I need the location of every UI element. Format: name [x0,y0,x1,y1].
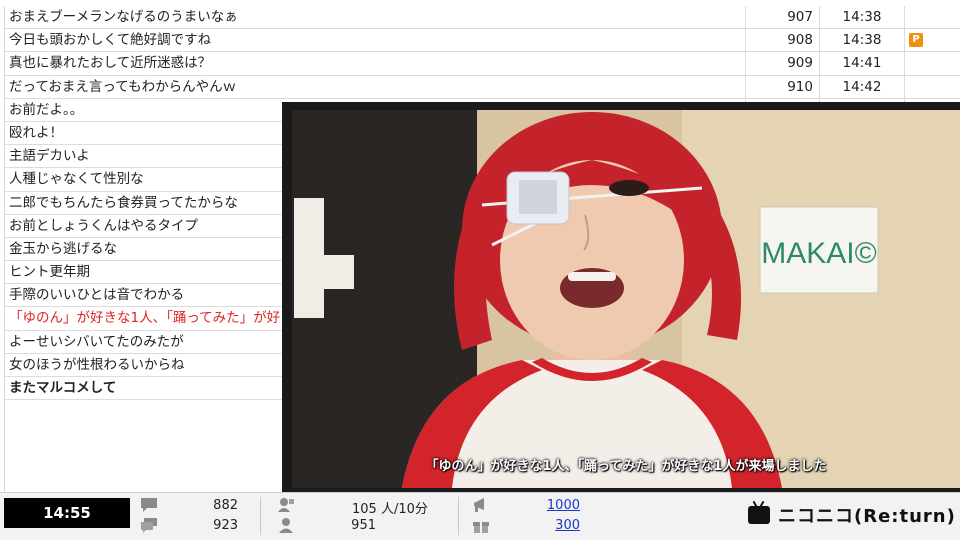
comment-row[interactable]: おまえブーメランなげるのうまいなぁ 907 14:38 [5,6,960,30]
comment-time: 14:42 [819,75,905,98]
viewer-rate: 105 人/10分 [352,502,428,517]
ad-points-link[interactable]: 1000 [520,498,580,513]
video-scene: MAKAI© [292,110,960,488]
comment-time: 14:38 [819,6,905,29]
comment-text: だっておまえ言ってもわからんやんｗ [9,78,237,95]
niconico-logo: ニコニコ(Re:turn) [748,503,956,527]
comments-stack-icon [141,518,157,533]
comment-row[interactable]: 真也に暴れたおして近所迷惑は？ 909 14:41 [5,52,960,76]
premium-badge-label: P [909,33,923,48]
gift-icon [473,522,489,533]
separator [458,497,459,535]
comment-count-bottom: 923 [213,518,238,533]
elapsed-clock: 14:55 [4,498,130,528]
comment-text: 真也に暴れたおして近所迷惑は？ [9,55,212,72]
comment-row[interactable]: だっておまえ言ってもわからんやんｗ 910 14:42 [5,75,960,99]
comment-count-top: 882 [213,498,238,513]
viewer-icon [279,518,293,533]
comment-number: 908 [745,29,819,52]
video-player[interactable]: MAKAI© 「ゆのん」が好きな1人、「踊ってみた」が好きな1人が来場しました [292,110,960,488]
ad-megaphone-icon [474,498,484,512]
comment-number: 907 [745,6,819,29]
comment-time: 14:41 [819,52,905,75]
teeth [568,272,616,281]
comment-number: 909 [745,52,819,75]
paper-sheet [294,255,354,289]
status-bar: 14:55 882 923 105 人/10分 951 1000 300 ニコニ… [0,492,960,540]
tv-icon [748,506,770,524]
viewer-total: 951 [351,518,376,533]
comment-row[interactable]: 今日も頭おかしくて絶好調ですね 908 14:38 P [5,29,960,53]
premium-badge-icon [909,56,923,70]
eye-patch-mesh [519,180,557,214]
makai-sign-text: MAKAI© [761,237,876,270]
comment-number: 910 [745,75,819,98]
viewer-rate-icon [278,498,294,512]
eye [609,180,649,196]
logo-text: ニコニコ(Re:turn) [778,506,956,527]
gift-points-link[interactable]: 300 [520,518,580,533]
premium-badge-icon [909,80,923,94]
premium-badge-icon: P [909,33,923,48]
premium-badge-icon [909,10,923,24]
comment-bubble-icon [141,498,157,512]
comment-time: 14:38 [819,29,905,52]
comment-text: おまえブーメランなげるのうまいなぁ [9,9,238,25]
separator [260,497,261,535]
comment-text: 今日も頭おかしくて絶好調ですね [9,32,212,49]
video-subtitle: 「ゆのん」が好きな1人、「踊ってみた」が好きな1人が来場しました [425,459,827,474]
